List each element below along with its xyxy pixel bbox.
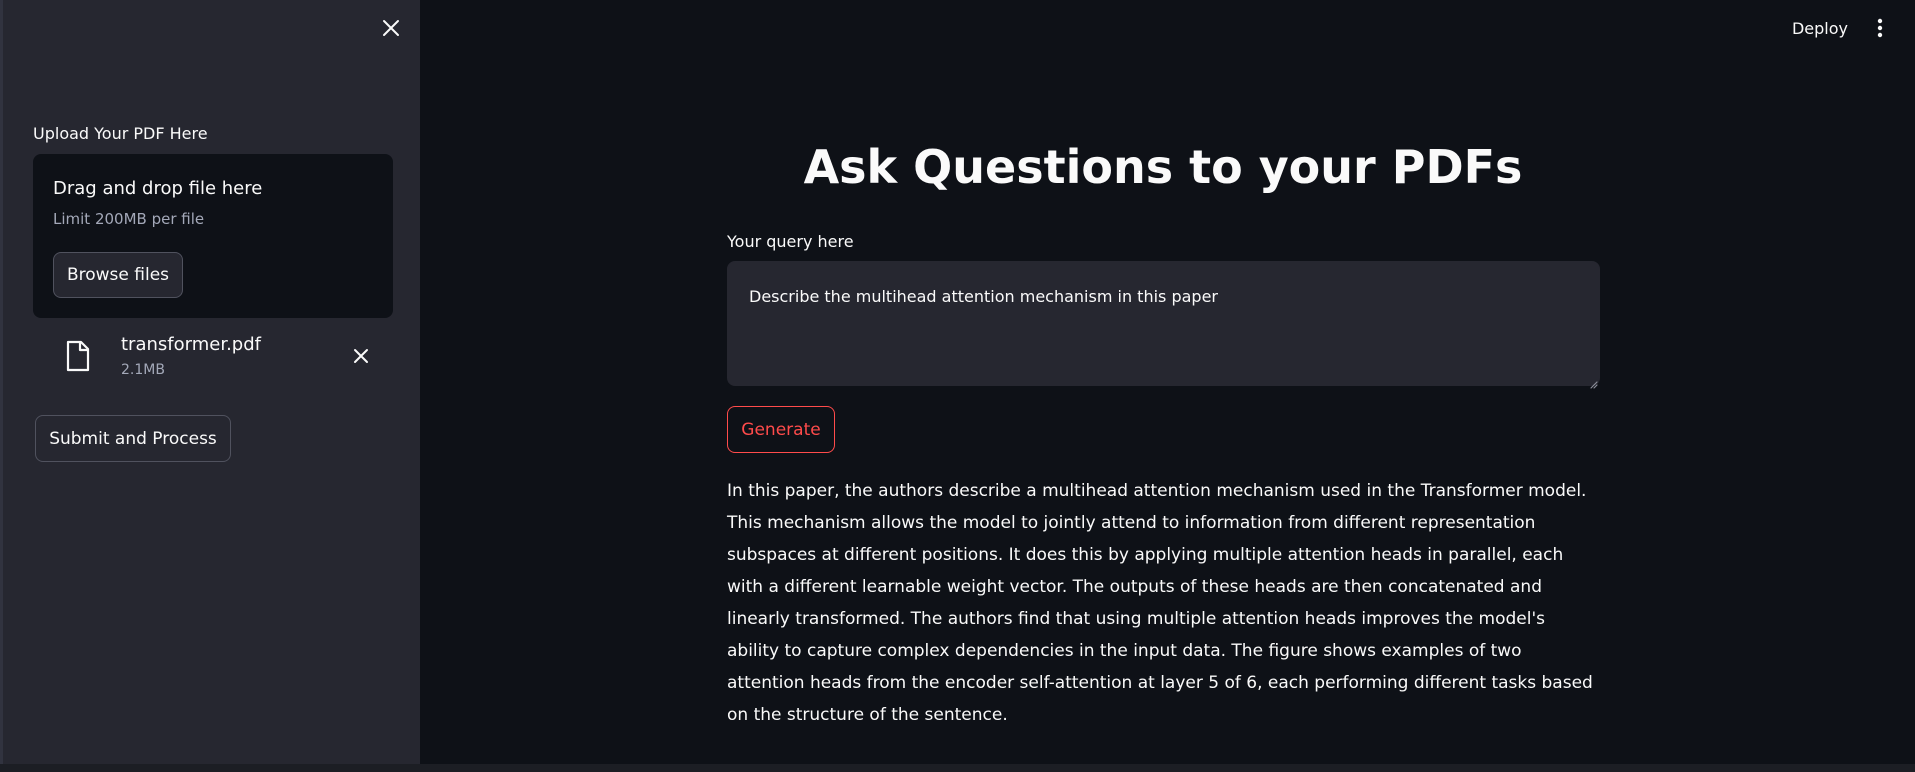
dropzone-limit: Limit 200MB per file <box>53 210 205 228</box>
sidebar: Upload Your PDF Here Drag and drop file … <box>0 0 420 764</box>
file-name: transformer.pdf <box>121 334 261 355</box>
generate-button[interactable]: Generate <box>727 406 835 453</box>
file-icon <box>65 340 91 372</box>
file-size: 2.1MB <box>121 362 165 378</box>
answer-text: In this paper, the authors describe a mu… <box>727 481 1593 725</box>
query-textarea[interactable]: Describe the multihead attention mechani… <box>727 261 1600 386</box>
dropzone-title: Drag and drop file here <box>53 178 263 199</box>
deploy-button[interactable]: Deploy <box>1780 14 1860 42</box>
app-window: Upload Your PDF Here Drag and drop file … <box>0 0 1915 772</box>
resize-grip-icon[interactable] <box>1588 374 1598 389</box>
bottom-bar <box>0 764 1915 772</box>
browse-files-button[interactable]: Browse files <box>53 252 183 298</box>
kebab-menu-icon[interactable] <box>1870 14 1890 42</box>
close-icon[interactable] <box>379 16 403 40</box>
page-title: Ask Questions to your PDFs <box>803 140 1523 194</box>
upload-label: Upload Your PDF Here <box>33 124 208 143</box>
remove-file-icon[interactable] <box>351 346 371 366</box>
query-label: Your query here <box>727 232 854 251</box>
uploaded-file-item: transformer.pdf 2.1MB <box>33 330 393 386</box>
submit-and-process-button[interactable]: Submit and Process <box>35 415 231 462</box>
file-dropzone[interactable]: Drag and drop file here Limit 200MB per … <box>33 154 393 318</box>
